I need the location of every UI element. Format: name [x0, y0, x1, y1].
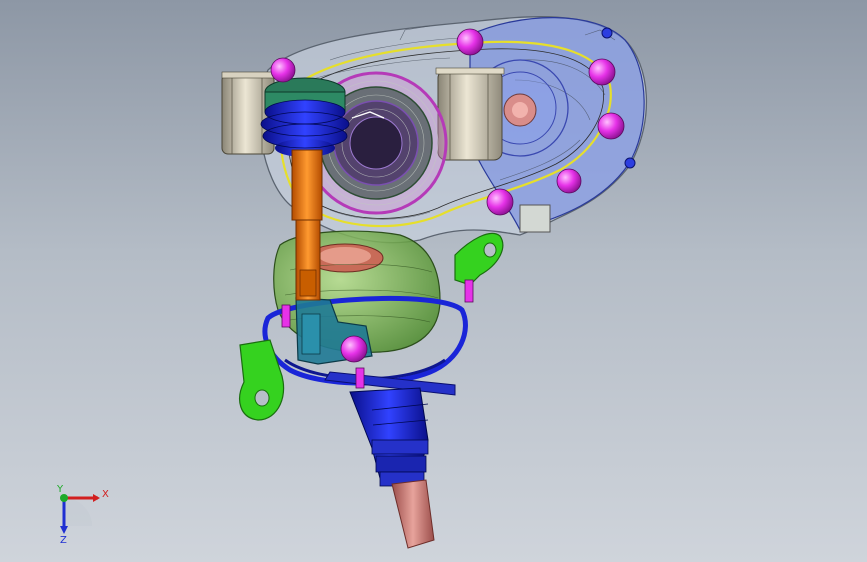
- bolt-5: [556, 168, 582, 194]
- y-axis-point: [60, 494, 68, 502]
- output-shaft-blue[interactable]: [349, 387, 429, 487]
- bolt-6: [486, 188, 514, 216]
- bolt-4: [597, 112, 625, 140]
- z-axis-label: Z: [60, 535, 67, 546]
- green-bracket-right[interactable]: [454, 232, 504, 286]
- z-axis-arrowhead: [60, 526, 68, 534]
- stud-1: [281, 304, 291, 328]
- cad-graphics-viewport[interactable]: X Y Z: [0, 0, 867, 562]
- y-axis-label: Y: [56, 484, 64, 495]
- green-bracket-left[interactable]: [239, 339, 285, 421]
- x-axis-label: X: [102, 489, 109, 500]
- small-fastener-1: [601, 27, 613, 39]
- output-shaft-pink[interactable]: [391, 479, 435, 549]
- orange-shaft[interactable]: [291, 149, 323, 301]
- bolt-7: [340, 335, 368, 363]
- coordinate-triad[interactable]: X Y Z: [56, 484, 109, 546]
- stud-2: [464, 279, 474, 303]
- stud-3: [355, 367, 365, 389]
- bolt-2: [456, 28, 484, 56]
- bolt-3: [588, 58, 616, 86]
- bolt-1: [270, 57, 296, 83]
- x-axis-arrowhead: [93, 494, 100, 502]
- small-fastener-2: [624, 157, 636, 169]
